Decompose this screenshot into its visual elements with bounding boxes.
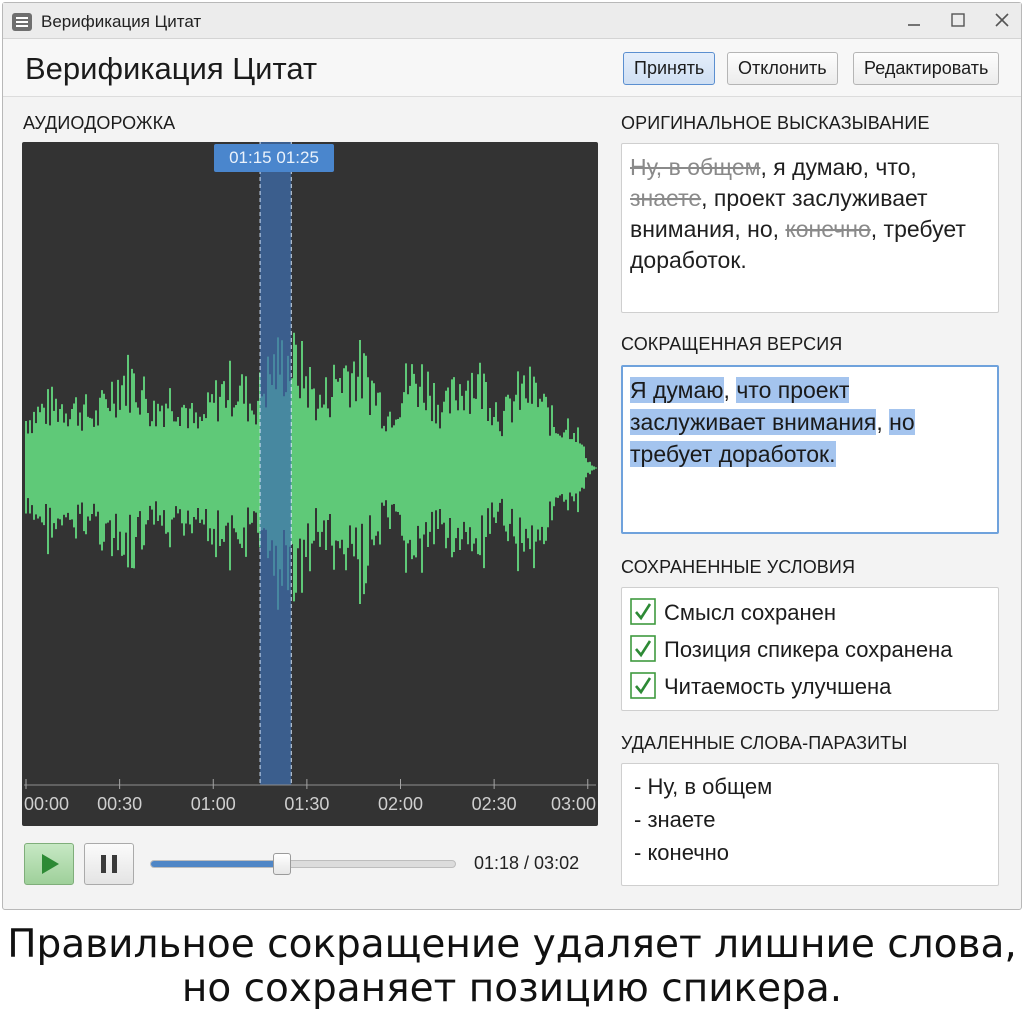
timeline-tick-label: 02:00 — [378, 794, 423, 814]
play-button[interactable] — [24, 843, 74, 885]
selected-text: Я думаю — [630, 377, 724, 403]
list-item: - Ну, в общем — [634, 774, 773, 799]
timeline-tick-label: 03:00 — [551, 794, 596, 814]
checkbox-checked-icon[interactable] — [630, 672, 656, 699]
condition-label: Смысл сохранен — [664, 600, 837, 625]
header-bar: Верификация Цитат Принять Отклонить Реда… — [3, 39, 1021, 97]
original-text: Ну, в общем, я думаю, что, знаете, проек… — [622, 144, 998, 284]
list-item: - знаете — [634, 807, 716, 832]
checkbox-checked-icon[interactable] — [630, 598, 656, 625]
removed-filler-text: Ну, в общем — [630, 154, 761, 180]
removed-filler-text: конечно — [785, 216, 871, 242]
conditions-label: СОХРАНЕННЫЕ УСЛОВИЯ — [621, 557, 856, 577]
original-text-box[interactable]: Ну, в общем, я думаю, что, знаете, проек… — [621, 143, 999, 313]
document-icon — [12, 13, 32, 31]
fillers-label: УДАЛЕННЫЕ СЛОВА-ПАРАЗИТЫ — [621, 733, 908, 753]
playback-slider[interactable] — [150, 853, 456, 875]
original-label: ОРИГИНАЛЬНОЕ ВЫСКАЗЫВАНИЕ — [621, 113, 930, 133]
close-icon[interactable] — [985, 7, 1019, 35]
page-title: Верификация Цитат — [25, 51, 318, 86]
waveform[interactable]: 00:00 00:30 01:00 01:30 02:00 02:30 03:00 — [22, 142, 598, 826]
pause-button[interactable] — [84, 843, 134, 885]
audio-label: АУДИОДОРОЖКА — [23, 113, 176, 133]
selection-time-label: 01:15 01:25 — [214, 144, 334, 172]
caption-line-2: но сохраняет позицию спикера. — [181, 966, 843, 1011]
removed-filler-text: знаете — [630, 185, 702, 211]
pause-icon — [101, 855, 117, 873]
condition-item[interactable]: Читаемость улучшена — [630, 672, 891, 700]
minimize-icon[interactable] — [897, 7, 931, 35]
timeline-tick-label: 00:30 — [97, 794, 142, 814]
accept-button[interactable]: Принять — [623, 52, 716, 85]
text-segment: , — [723, 377, 737, 403]
shortened-text: Я думаю, что проект заслуживает внимания… — [623, 367, 997, 477]
checkbox-checked-icon[interactable] — [630, 635, 656, 662]
time-readout: 01:18 / 03:02 — [474, 853, 580, 873]
selection-region — [260, 142, 292, 785]
fillers-box: - Ну, в общем - знаете - конечно — [621, 763, 999, 886]
audio-waveform-panel[interactable]: 00:00 00:30 01:00 01:30 02:00 02:30 03:00 — [22, 142, 598, 826]
window-title: Верификация Цитат — [41, 12, 202, 31]
title-bar: Верификация Цитат — [3, 3, 1021, 39]
caption-line-1: Правильное сокращение удаляет лишние сло… — [7, 922, 1017, 967]
original-text-segment: , я думаю, что, — [760, 154, 917, 180]
shortened-text-box[interactable]: Я думаю, что проект заслуживает внимания… — [621, 365, 999, 534]
timeline-tick-label: 01:30 — [284, 794, 329, 814]
maximize-icon[interactable] — [941, 7, 975, 35]
list-item: - конечно — [634, 840, 730, 865]
shortened-label: СОКРАЩЕННАЯ ВЕРСИЯ — [621, 334, 843, 354]
play-icon — [42, 854, 59, 874]
condition-item[interactable]: Позиция спикера сохранена — [630, 635, 952, 663]
timeline-tick-label: 00:00 — [24, 794, 69, 814]
slider-progress — [151, 861, 282, 867]
edit-button[interactable]: Редактировать — [853, 52, 1000, 85]
conditions-box: Смысл сохранен Позиция спикера сохранена… — [621, 587, 999, 711]
reject-button[interactable]: Отклонить — [727, 52, 838, 85]
text-segment: , — [876, 409, 890, 435]
condition-label: Позиция спикера сохранена — [664, 637, 953, 662]
timeline-tick-label: 01:00 — [191, 794, 236, 814]
condition-item[interactable]: Смысл сохранен — [630, 598, 836, 626]
timeline-tick-label: 02:30 — [472, 794, 517, 814]
slider-thumb[interactable] — [272, 853, 291, 875]
condition-label: Читаемость улучшена — [664, 674, 892, 699]
